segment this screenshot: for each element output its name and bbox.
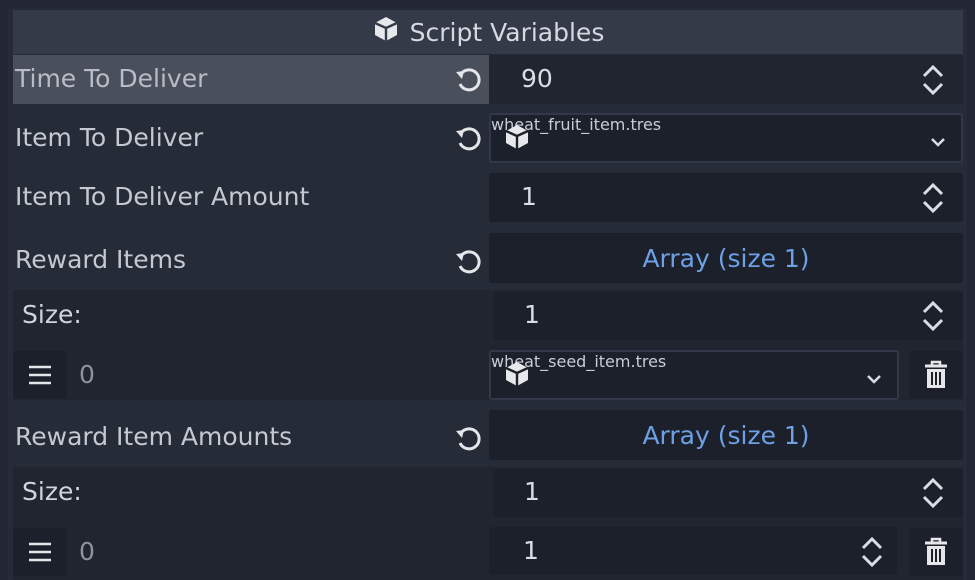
chevron-down-icon[interactable] <box>929 133 947 147</box>
drag-handle-icon[interactable] <box>13 351 67 399</box>
updown-arrows-icon[interactable] <box>921 181 945 215</box>
item-to-deliver-label: Item To Deliver <box>15 123 204 152</box>
reward-item-amounts-label: Reward Item Amounts <box>15 422 293 451</box>
reward-item-amounts-size-label: Size: <box>22 477 82 506</box>
right-border <box>967 0 975 580</box>
reward-item-amount-spinbox[interactable]: 1 <box>489 527 897 575</box>
revert-icon[interactable] <box>451 421 485 455</box>
reward-item-amounts-index: 0 <box>79 537 95 566</box>
property-reward-items: Reward Items Array (size 1) <box>13 231 963 287</box>
trash-icon[interactable] <box>909 528 963 576</box>
updown-arrows-icon[interactable] <box>921 63 945 97</box>
item-to-deliver-resource-picker[interactable]: wheat_fruit_item.tres <box>489 113 963 163</box>
item-to-deliver-amount-value: 1 <box>521 182 537 211</box>
revert-icon[interactable] <box>451 121 485 155</box>
revert-icon[interactable] <box>451 62 485 96</box>
time-to-deliver-spinbox[interactable]: 90 <box>489 55 963 104</box>
reward-item-amounts-size-value: 1 <box>524 477 540 506</box>
reward-items-array-button[interactable]: Array (size 1) <box>489 233 963 283</box>
section-title: Script Variables <box>409 17 605 47</box>
updown-arrows-icon[interactable] <box>921 476 945 510</box>
drag-handle-icon[interactable] <box>13 528 67 576</box>
reward-items-size-value: 1 <box>524 300 540 329</box>
reward-items-size-spinbox[interactable]: 1 <box>494 292 963 340</box>
chevron-down-icon[interactable] <box>865 370 883 384</box>
reward-items-size-label: Size: <box>22 300 82 329</box>
time-to-deliver-value: 90 <box>521 64 553 93</box>
reward-item-amounts-size-spinbox[interactable]: 1 <box>494 469 963 517</box>
item-to-deliver-amount-label: Item To Deliver Amount <box>15 182 310 211</box>
top-border <box>0 0 975 8</box>
reward-item-amounts-array-editor: Size: 1 0 1 <box>13 467 963 580</box>
revert-icon[interactable] <box>451 244 485 278</box>
trash-icon[interactable] <box>909 351 963 399</box>
reward-items-array-label: Array (size 1) <box>642 243 810 273</box>
reward-item-amounts-array-button[interactable]: Array (size 1) <box>489 410 963 460</box>
property-reward-item-amounts: Reward Item Amounts Array (size 1) <box>13 408 963 464</box>
updown-arrows-icon[interactable] <box>921 299 945 333</box>
property-time-to-deliver: Time To Deliver 90 <box>13 55 963 104</box>
reward-item-amount-value: 1 <box>523 536 539 565</box>
reward-item-amounts-array-label: Array (size 1) <box>642 420 810 450</box>
inspector-panel: Script Variables Time To Deliver 90 Item… <box>0 0 975 580</box>
property-item-to-deliver: Item To Deliver wheat_fruit_item.tres <box>13 113 963 163</box>
item-to-deliver-amount-spinbox[interactable]: 1 <box>489 173 963 222</box>
reward-items-label: Reward Items <box>15 245 186 274</box>
resource-cube-icon <box>503 123 531 155</box>
resource-cube-icon <box>503 360 531 392</box>
time-to-deliver-label: Time To Deliver <box>15 64 208 93</box>
cube-icon <box>372 15 400 49</box>
reward-items-array-editor: Size: 1 0 wheat_seed_item.tres <box>13 290 963 400</box>
reward-items-index: 0 <box>79 360 95 389</box>
updown-arrows-icon[interactable] <box>860 535 884 569</box>
script-variables-header[interactable]: Script Variables <box>13 10 963 54</box>
left-border <box>0 0 8 580</box>
reward-item-resource-picker[interactable]: wheat_seed_item.tres <box>489 350 899 400</box>
property-item-to-deliver-amount: Item To Deliver Amount 1 <box>13 173 963 222</box>
